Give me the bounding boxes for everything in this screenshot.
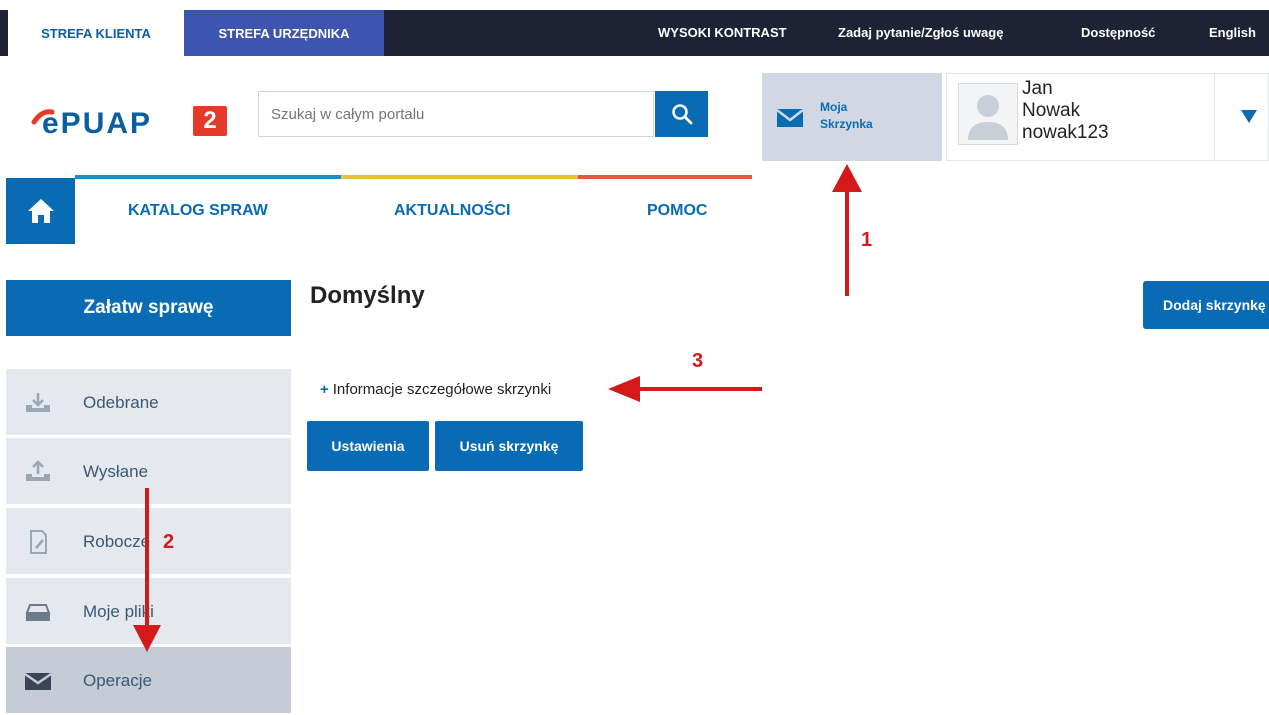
handle-matter-button[interactable]: Załatw sprawę bbox=[6, 280, 291, 336]
nav-item-help[interactable]: POMOC bbox=[647, 202, 707, 220]
chevron-down-icon[interactable] bbox=[1241, 110, 1257, 124]
sidebar-item-label: Operacje bbox=[83, 671, 152, 690]
delete-mailbox-button[interactable]: Usuń skrzynkę bbox=[435, 421, 583, 471]
sidebar-item-label: Odebrane bbox=[83, 393, 159, 412]
svg-text:ePUAP: ePUAP bbox=[42, 107, 152, 140]
top-bar: STREFA KLIENTA STREFA URZĘDNIKA WYSOKI K… bbox=[0, 10, 1269, 56]
annotation-arrowhead-3 bbox=[608, 376, 640, 402]
nav-strip-red bbox=[578, 175, 752, 179]
annotation-number-1: 1 bbox=[861, 229, 873, 251]
envelope-icon bbox=[776, 109, 804, 127]
nav-strip-blue bbox=[75, 175, 341, 179]
nav-item-catalog[interactable]: KATALOG SPRAW bbox=[128, 202, 268, 220]
mailbox-label: Moja Skrzynka bbox=[820, 100, 873, 131]
nav-item-news[interactable]: AKTUALNOŚCI bbox=[394, 202, 510, 220]
user-first-name: Jan bbox=[1022, 78, 1053, 99]
language-link[interactable]: English bbox=[1209, 10, 1256, 56]
user-info: Jan Nowak nowak123 bbox=[1022, 78, 1109, 144]
nav-strip-yellow bbox=[341, 175, 578, 179]
sidebar-item-sent[interactable]: Wysłane bbox=[6, 438, 291, 506]
sidebar-item-label: Robocze bbox=[83, 532, 151, 551]
draft-document-icon bbox=[30, 530, 47, 554]
page-title: Domyślny bbox=[310, 282, 425, 309]
tab-official-zone[interactable]: STREFA URZĘDNIKA bbox=[184, 10, 384, 56]
logo-badge: 2 bbox=[193, 106, 227, 136]
mailbox-details-label: Informacje szczegółowe skrzynki bbox=[332, 381, 552, 398]
sidebar-item-label: Moje pliki bbox=[83, 602, 154, 621]
sidebar-item-drafts[interactable]: Robocze bbox=[6, 508, 291, 576]
add-mailbox-button[interactable]: Dodaj skrzynkę bbox=[1143, 281, 1269, 329]
home-icon bbox=[27, 199, 54, 223]
search-button[interactable] bbox=[655, 91, 708, 137]
logo[interactable]: ePUAP bbox=[30, 100, 190, 148]
avatar bbox=[958, 83, 1018, 145]
envelope-icon bbox=[24, 672, 52, 690]
user-login: nowak123 bbox=[1022, 122, 1109, 143]
ask-question-link[interactable]: Zadaj pytanie/Zgłoś uwagę bbox=[838, 10, 1003, 56]
user-silhouette-icon bbox=[968, 95, 1008, 140]
home-button[interactable] bbox=[6, 178, 75, 244]
annotation-number-2: 2 bbox=[163, 531, 175, 553]
files-tray-icon bbox=[25, 604, 51, 621]
plus-icon: + bbox=[320, 381, 329, 398]
epuap-logo-icon: ePUAP bbox=[31, 107, 152, 140]
sidebar-item-received[interactable]: Odebrane bbox=[6, 369, 291, 437]
annotation-number-3: 3 bbox=[692, 350, 704, 372]
outbox-upload-icon bbox=[26, 460, 50, 481]
tab-client-zone[interactable]: STREFA KLIENTA bbox=[8, 10, 184, 56]
divider bbox=[1214, 73, 1215, 161]
settings-button[interactable]: Ustawienia bbox=[307, 421, 429, 471]
search-input[interactable] bbox=[258, 91, 654, 137]
search-icon bbox=[671, 104, 692, 125]
sidebar-item-operations[interactable]: Operacje bbox=[6, 647, 291, 715]
sidebar-item-label: Wysłane bbox=[83, 462, 149, 481]
high-contrast-link[interactable]: WYSOKI KONTRAST bbox=[658, 10, 787, 56]
sidebar-item-my-files[interactable]: Moje pliki bbox=[6, 578, 291, 646]
inbox-download-icon bbox=[26, 393, 50, 412]
mailbox-details-toggle[interactable]: + Informacje szczegółowe skrzynki bbox=[320, 381, 551, 398]
user-last-name: Nowak bbox=[1022, 100, 1081, 121]
accessibility-link[interactable]: Dostępność bbox=[1081, 10, 1155, 56]
